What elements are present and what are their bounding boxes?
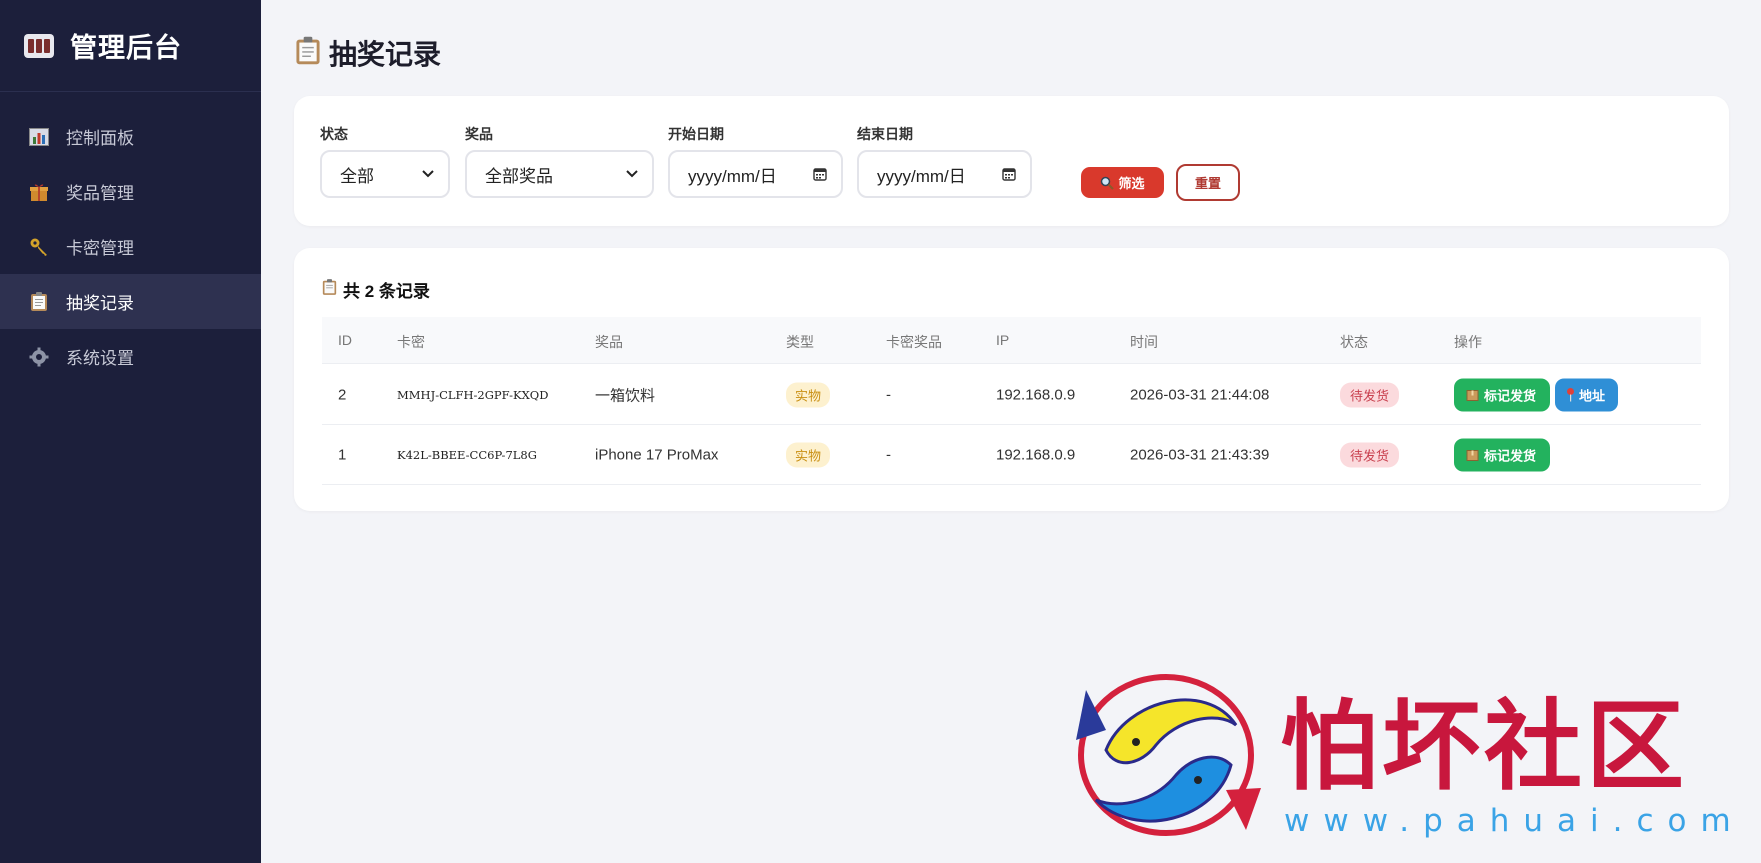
reset-button[interactable]: 重置 — [1176, 164, 1240, 201]
calendar-icon[interactable] — [813, 167, 827, 181]
filter-button-label: 筛选 — [1118, 176, 1145, 191]
cell-card: K42L-BBEE-CC6P-7L8G — [397, 447, 537, 462]
package-icon — [1466, 389, 1479, 401]
gear-icon — [28, 346, 50, 368]
watermark-url: www.pahuai.com — [1284, 803, 1745, 839]
chevron-down-icon — [422, 170, 434, 178]
column-header: 卡密 — [397, 334, 425, 350]
start-date-label: 开始日期 — [668, 126, 724, 142]
column-header: ID — [338, 332, 352, 348]
status-filter-label: 状态 — [320, 126, 348, 142]
sidebar: 管理后台 控制面板 奖品管理 卡密管理 抽奖记录 系统设置 — [0, 0, 261, 863]
cell-time: 2026-03-31 21:44:08 — [1130, 386, 1270, 403]
cell-time: 2026-03-31 21:43:39 — [1130, 446, 1270, 463]
type-badge: 实物 — [786, 442, 831, 467]
column-header: 类型 — [786, 334, 814, 350]
end-date-filter: 结束日期 yyyy/mm/日 — [857, 124, 1032, 198]
prize-filter-label: 奖品 — [465, 126, 493, 142]
records-panel: 共 2 条记录 ID 卡密 奖品 类型 卡密奖品 IP 时间 状态 操作 2 M… — [294, 248, 1729, 511]
mark-shipped-button[interactable]: 标记发货 — [1454, 438, 1551, 471]
pin-icon — [1567, 388, 1575, 402]
sidebar-item-prizes[interactable]: 奖品管理 — [0, 164, 261, 219]
key-icon — [28, 236, 50, 258]
sidebar-item-dashboard[interactable]: 控制面板 — [0, 109, 261, 164]
status-select[interactable]: 全部 — [320, 150, 450, 198]
status-badge: 待发货 — [1340, 382, 1400, 407]
sidebar-item-records[interactable]: 抽奖记录 — [0, 274, 261, 329]
table-row: 1 K42L-BBEE-CC6P-7L8G iPhone 17 ProMax 实… — [322, 425, 1701, 485]
status-filter: 状态 全部 — [320, 124, 450, 198]
mark-shipped-label: 标记发货 — [1484, 448, 1537, 463]
page-title: 抽奖记录 — [295, 33, 441, 73]
cell-card: MMHJ-CLFH-2GPF-KXQD — [397, 387, 549, 402]
end-date-input[interactable]: yyyy/mm/日 — [857, 150, 1032, 198]
gift-icon — [28, 181, 50, 203]
package-icon — [1466, 449, 1479, 461]
cell-ip: 192.168.0.9 — [996, 386, 1076, 403]
sidebar-item-label: 系统设置 — [66, 349, 134, 368]
clipboard-icon — [295, 35, 321, 71]
mark-shipped-button[interactable]: 标记发货 — [1454, 378, 1551, 411]
admin-panel-icon — [24, 33, 54, 58]
row-actions: 标记发货 — [1454, 438, 1551, 471]
brand: 管理后台 — [0, 0, 261, 92]
type-badge: 实物 — [786, 382, 831, 407]
start-date-input[interactable]: yyyy/mm/日 — [668, 150, 843, 198]
column-header: 状态 — [1340, 334, 1368, 350]
column-header: 卡密奖品 — [886, 334, 942, 350]
column-header: 奖品 — [595, 334, 623, 350]
watermark-text: 怕坏社区 — [1280, 689, 1689, 804]
start-date-filter: 开始日期 yyyy/mm/日 — [668, 124, 843, 198]
records-count: 共 2 条记录 — [322, 277, 430, 302]
prize-select[interactable]: 全部奖品 — [465, 150, 654, 198]
column-header: 时间 — [1130, 334, 1158, 350]
sidebar-item-settings[interactable]: 系统设置 — [0, 329, 261, 384]
end-date-placeholder: yyyy/mm/日 — [877, 166, 966, 186]
table-header: ID 卡密 奖品 类型 卡密奖品 IP 时间 状态 操作 — [322, 317, 1701, 364]
chevron-down-icon — [626, 170, 638, 178]
cell-card-prize: - — [886, 386, 891, 403]
status-badge: 待发货 — [1340, 442, 1400, 467]
filter-panel: 状态 全部 奖品 全部奖品 开始日期 yyyy/mm/日 结束日期 yyyy/m… — [294, 96, 1729, 226]
table-row: 2 MMHJ-CLFH-2GPF-KXQD 一箱饮料 实物 - 192.168.… — [322, 365, 1701, 425]
address-button-label: 地址 — [1579, 388, 1606, 403]
brand-title: 管理后台 — [70, 33, 182, 63]
sidebar-item-label: 控制面板 — [66, 129, 134, 148]
filter-button[interactable]: 筛选 — [1081, 167, 1164, 198]
reset-button-label: 重置 — [1194, 176, 1221, 191]
prize-select-value: 全部奖品 — [485, 166, 553, 186]
prize-filter: 奖品 全部奖品 — [465, 124, 654, 198]
calendar-icon[interactable] — [1002, 167, 1016, 181]
status-select-value: 全部 — [340, 166, 374, 186]
address-button[interactable]: 地址 — [1555, 378, 1619, 411]
sidebar-item-label: 卡密管理 — [66, 239, 134, 258]
search-icon — [1101, 176, 1115, 190]
cell-id: 2 — [338, 386, 347, 403]
cell-ip: 192.168.0.9 — [996, 446, 1076, 463]
column-header: 操作 — [1454, 334, 1482, 350]
mark-shipped-label: 标记发货 — [1484, 388, 1537, 403]
fish-logo-icon — [1076, 674, 1261, 836]
row-actions: 标记发货 地址 — [1454, 378, 1619, 411]
column-header: IP — [996, 332, 1010, 348]
cell-card-prize: - — [886, 446, 891, 463]
clipboard-icon — [28, 291, 50, 313]
sidebar-item-label: 抽奖记录 — [66, 294, 134, 313]
cell-prize: iPhone 17 ProMax — [595, 446, 719, 463]
start-date-placeholder: yyyy/mm/日 — [688, 166, 777, 186]
cell-id: 1 — [338, 446, 347, 463]
records-count-text: 共 2 条记录 — [343, 282, 430, 301]
page-title-text: 抽奖记录 — [329, 39, 442, 70]
sidebar-item-cards[interactable]: 卡密管理 — [0, 219, 261, 274]
cell-prize: 一箱饮料 — [595, 387, 656, 404]
watermark: 怕坏社区 www.pahuai.com — [1066, 670, 1746, 850]
sidebar-item-label: 奖品管理 — [66, 184, 134, 203]
end-date-label: 结束日期 — [857, 126, 913, 142]
sidebar-nav: 控制面板 奖品管理 卡密管理 抽奖记录 系统设置 — [0, 109, 261, 384]
bar-chart-icon — [28, 126, 50, 148]
clipboard-icon — [322, 278, 337, 301]
